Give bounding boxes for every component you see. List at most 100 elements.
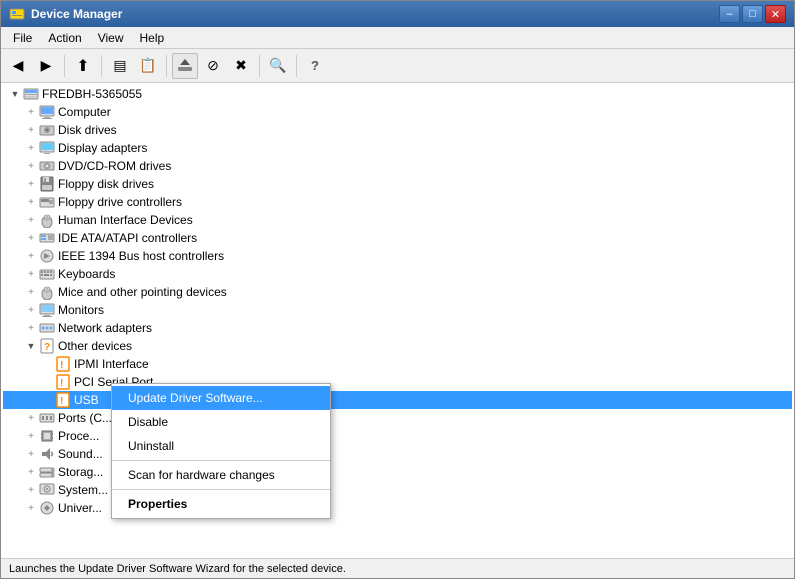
icon-display bbox=[39, 140, 55, 156]
label-hid: Human Interface Devices bbox=[58, 213, 193, 227]
expand-keyboards[interactable]: + bbox=[23, 266, 39, 282]
icon-hid bbox=[39, 212, 55, 228]
toolbar-sep-1 bbox=[64, 55, 65, 77]
expand-root[interactable]: ▼ bbox=[7, 86, 23, 102]
menu-help[interactable]: Help bbox=[132, 27, 173, 48]
menu-file[interactable]: File bbox=[5, 27, 40, 48]
ctx-update-driver[interactable]: Update Driver Software... bbox=[112, 386, 330, 410]
tree-item-ipmi[interactable]: + ! IPMI Interface bbox=[3, 355, 792, 373]
ctx-scan[interactable]: Scan for hardware changes bbox=[112, 463, 330, 487]
label-display: Display adapters bbox=[58, 141, 147, 155]
label-other: Other devices bbox=[58, 339, 132, 353]
tree-item-network[interactable]: + Network adapters bbox=[3, 319, 792, 337]
label-univer: Univer... bbox=[58, 501, 102, 515]
ctx-disable[interactable]: Disable bbox=[112, 410, 330, 434]
label-usb: USB bbox=[74, 393, 99, 407]
ctx-sep-1 bbox=[112, 460, 330, 461]
expand-mice[interactable]: + bbox=[23, 284, 39, 300]
expand-ieee[interactable]: + bbox=[23, 248, 39, 264]
device-tree[interactable]: ▼ FREDBH-5365055 + Computer + bbox=[1, 83, 794, 558]
properties-button[interactable]: 📋 bbox=[135, 53, 161, 79]
label-ports: Ports (C... bbox=[58, 411, 112, 425]
toolbar-sep-2 bbox=[101, 55, 102, 77]
ctx-properties[interactable]: Properties bbox=[112, 492, 330, 516]
label-keyboards: Keyboards bbox=[58, 267, 115, 281]
update-driver-button[interactable] bbox=[172, 53, 198, 79]
icon-usb: ! bbox=[55, 392, 71, 408]
icon-floppy bbox=[39, 176, 55, 192]
icon-dvd bbox=[39, 158, 55, 174]
maximize-button[interactable]: □ bbox=[742, 5, 763, 23]
back-button[interactable]: ◀ bbox=[5, 53, 31, 79]
icon-monitors bbox=[39, 302, 55, 318]
icon-disk bbox=[39, 122, 55, 138]
tree-item-monitors[interactable]: + Monitors bbox=[3, 301, 792, 319]
tree-item-ide[interactable]: + IDE ATA/ATAPI controllers bbox=[3, 229, 792, 247]
label-ipmi: IPMI Interface bbox=[74, 357, 149, 371]
icon-computer bbox=[39, 104, 55, 120]
expand-floppy[interactable]: + bbox=[23, 176, 39, 192]
tree-item-ieee[interactable]: + IEEE 1394 Bus host controllers bbox=[3, 247, 792, 265]
close-button[interactable]: ✕ bbox=[765, 5, 786, 23]
help-button[interactable]: ? bbox=[302, 53, 328, 79]
toolbar-sep-3 bbox=[166, 55, 167, 77]
expand-storage[interactable]: + bbox=[23, 464, 39, 480]
forward-button[interactable]: ▶ bbox=[33, 53, 59, 79]
expand-other[interactable]: ▼ bbox=[23, 338, 39, 354]
icon-network bbox=[39, 320, 55, 336]
tree-item-root[interactable]: ▼ FREDBH-5365055 bbox=[3, 85, 792, 103]
toolbar-sep-4 bbox=[259, 55, 260, 77]
expand-ide[interactable]: + bbox=[23, 230, 39, 246]
icon-ipmi: ! bbox=[55, 356, 71, 372]
show-hide-button[interactable]: ▤ bbox=[107, 53, 133, 79]
expand-sound[interactable]: + bbox=[23, 446, 39, 462]
status-text: Launches the Update Driver Software Wiza… bbox=[9, 563, 346, 575]
menu-action[interactable]: Action bbox=[40, 27, 89, 48]
icon-mice bbox=[39, 284, 55, 300]
icon-ide bbox=[39, 230, 55, 246]
label-ide: IDE ATA/ATAPI controllers bbox=[58, 231, 197, 245]
tree-item-hid[interactable]: + Human Interface Devices bbox=[3, 211, 792, 229]
expand-display[interactable]: + bbox=[23, 140, 39, 156]
expand-dvd[interactable]: + bbox=[23, 158, 39, 174]
tree-item-keyboards[interactable]: + Keyboards bbox=[3, 265, 792, 283]
expand-ports[interactable]: + bbox=[23, 410, 39, 426]
uninstall-button[interactable]: ✖ bbox=[228, 53, 254, 79]
up-button[interactable]: ⬆ bbox=[70, 53, 96, 79]
svg-text:!: ! bbox=[60, 360, 63, 371]
expand-univer[interactable]: + bbox=[23, 500, 39, 516]
ctx-sep-2 bbox=[112, 489, 330, 490]
expand-network[interactable]: + bbox=[23, 320, 39, 336]
expand-disk[interactable]: + bbox=[23, 122, 39, 138]
scan-button[interactable]: 🔍 bbox=[265, 53, 291, 79]
toolbar: ◀ ▶ ⬆ ▤ 📋 ⊘ ✖ 🔍 ? bbox=[1, 49, 794, 83]
expand-computer[interactable]: + bbox=[23, 104, 39, 120]
expand-hid[interactable]: + bbox=[23, 212, 39, 228]
tree-item-floppy-ctrl[interactable]: + Floppy drive controllers bbox=[3, 193, 792, 211]
tree-item-disk[interactable]: + Disk drives bbox=[3, 121, 792, 139]
expand-proc[interactable]: + bbox=[23, 428, 39, 444]
expand-floppy-ctrl[interactable]: + bbox=[23, 194, 39, 210]
label-disk: Disk drives bbox=[58, 123, 117, 137]
tree-item-dvd[interactable]: + DVD/CD-ROM drives bbox=[3, 157, 792, 175]
svg-text:!: ! bbox=[60, 378, 63, 389]
label-network: Network adapters bbox=[58, 321, 152, 335]
content-area: ▼ FREDBH-5365055 + Computer + bbox=[1, 83, 794, 558]
expand-system[interactable]: + bbox=[23, 482, 39, 498]
expand-monitors[interactable]: + bbox=[23, 302, 39, 318]
disable-button[interactable]: ⊘ bbox=[200, 53, 226, 79]
tree-item-display[interactable]: + Display adapters bbox=[3, 139, 792, 157]
context-menu: Update Driver Software... Disable Uninst… bbox=[111, 383, 331, 519]
tree-item-mice[interactable]: + Mice and other pointing devices bbox=[3, 283, 792, 301]
ctx-uninstall[interactable]: Uninstall bbox=[112, 434, 330, 458]
label-dvd: DVD/CD-ROM drives bbox=[58, 159, 171, 173]
tree-item-other[interactable]: ▼ ? Other devices bbox=[3, 337, 792, 355]
menu-bar: File Action View Help bbox=[1, 27, 794, 49]
menu-view[interactable]: View bbox=[90, 27, 132, 48]
window-icon bbox=[9, 6, 25, 22]
tree-item-computer[interactable]: + Computer bbox=[3, 103, 792, 121]
label-floppy-ctrl: Floppy drive controllers bbox=[58, 195, 182, 209]
minimize-button[interactable]: – bbox=[719, 5, 740, 23]
tree-item-floppy[interactable]: + Floppy disk drives bbox=[3, 175, 792, 193]
icon-keyboards bbox=[39, 266, 55, 282]
